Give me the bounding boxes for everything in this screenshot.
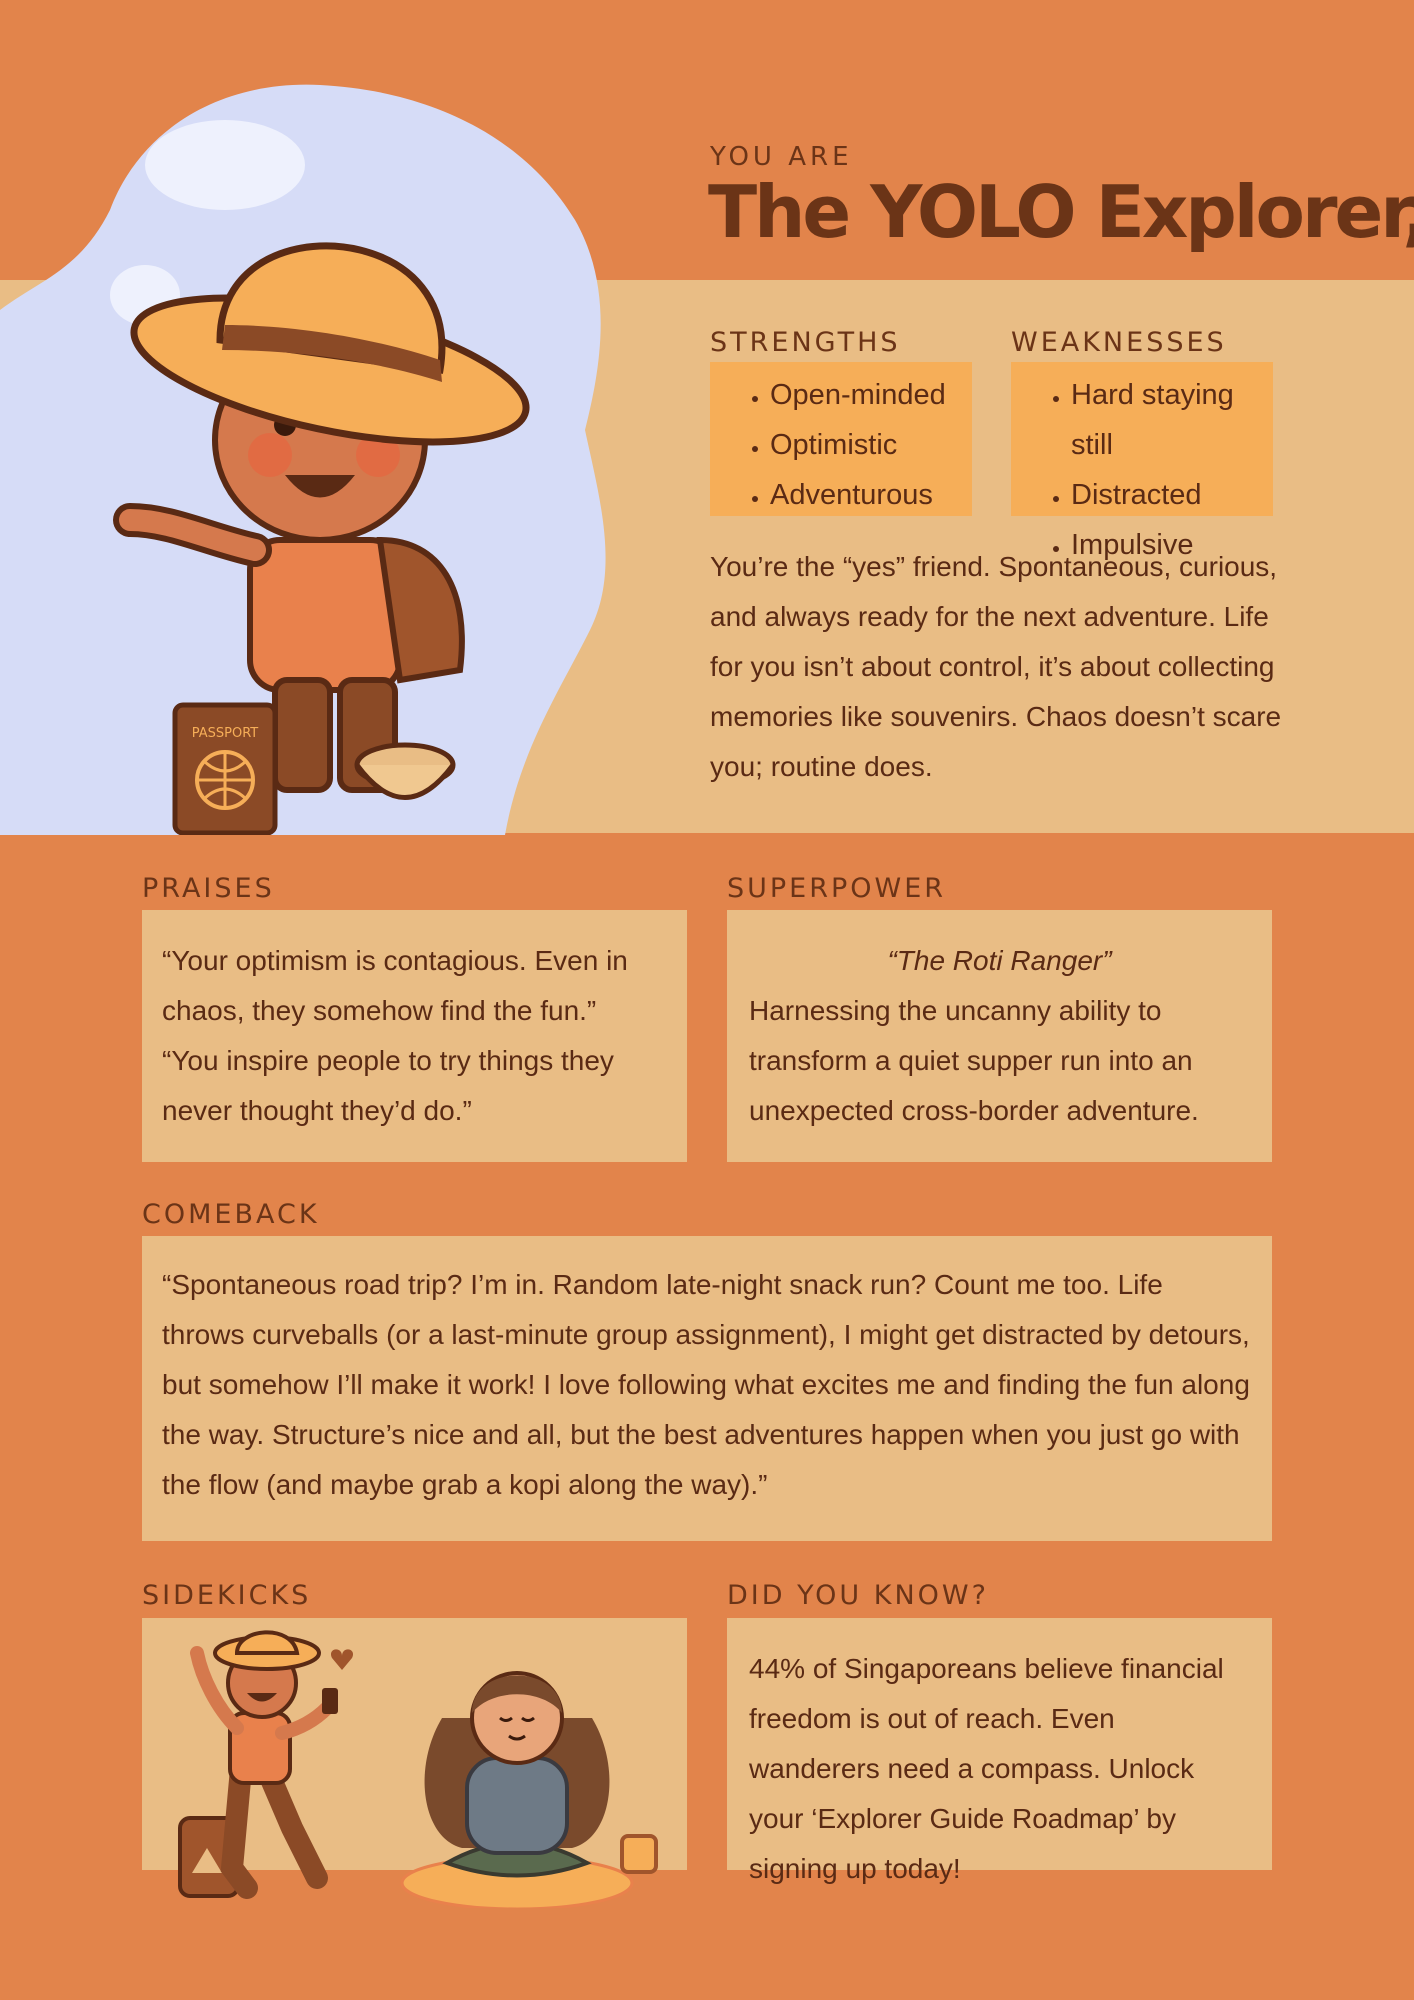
- weaknesses-box: Hard staying still Distracted Impulsive: [1011, 362, 1273, 561]
- strength-item: Open-minded: [770, 370, 972, 420]
- passport-label: PASSPORT: [192, 726, 259, 741]
- praise-quote: “Your optimism is contagious. Even in ch…: [162, 945, 628, 1026]
- title-eyebrow: YOU ARE: [710, 142, 853, 172]
- weakness-item: Hard staying still: [1071, 370, 1273, 470]
- page-title: The YOLO Explorer,: [708, 170, 1414, 254]
- strength-item: Optimistic: [770, 420, 972, 470]
- strength-item: Adventurous: [770, 470, 972, 520]
- superpower-name: “The Roti Ranger”: [887, 945, 1112, 976]
- personality-description: You’re the “yes” friend. Spontaneous, cu…: [710, 551, 1282, 782]
- did-you-know-heading: DID YOU KNOW?: [727, 1580, 989, 1611]
- weaknesses-list: Hard staying still Distracted Impulsive: [1011, 362, 1273, 570]
- did-you-know-card: 44% of Singaporeans believe financial fr…: [727, 1618, 1272, 1884]
- praises-heading: PRAISES: [142, 873, 275, 904]
- did-you-know-text: 44% of Singaporeans believe financial fr…: [749, 1653, 1224, 1884]
- sidekicks-illustration: [142, 1618, 702, 1908]
- strengths-box: Open-minded Optimistic Adventurous: [710, 362, 972, 516]
- superpower-text: Harnessing the uncanny ability to transf…: [749, 995, 1199, 1126]
- superpower-card: “The Roti Ranger” Harnessing the uncanny…: [727, 910, 1272, 1162]
- superpower-heading: SUPERPOWER: [727, 873, 947, 904]
- weaknesses-heading: WEAKNESSES: [1011, 327, 1227, 358]
- strengths-heading: STRENGTHS: [710, 327, 901, 358]
- weakness-item: Distracted: [1071, 470, 1273, 520]
- comeback-card: “Spontaneous road trip? I’m in. Random l…: [142, 1236, 1272, 1541]
- explorer-illustration: PASSPORT: [0, 70, 640, 835]
- result-page: PASSPORT YOU ARE The YOLO Explorer, STRE…: [0, 0, 1414, 2000]
- praises-card: “Your optimism is contagious. Even in ch…: [142, 910, 687, 1162]
- comeback-heading: COMEBACK: [142, 1199, 320, 1230]
- sidekicks-heading: SIDEKICKS: [142, 1580, 312, 1611]
- praise-quote: “You inspire people to try things they n…: [162, 1045, 614, 1126]
- strengths-list: Open-minded Optimistic Adventurous: [710, 362, 972, 520]
- comeback-text: “Spontaneous road trip? I’m in. Random l…: [162, 1269, 1250, 1500]
